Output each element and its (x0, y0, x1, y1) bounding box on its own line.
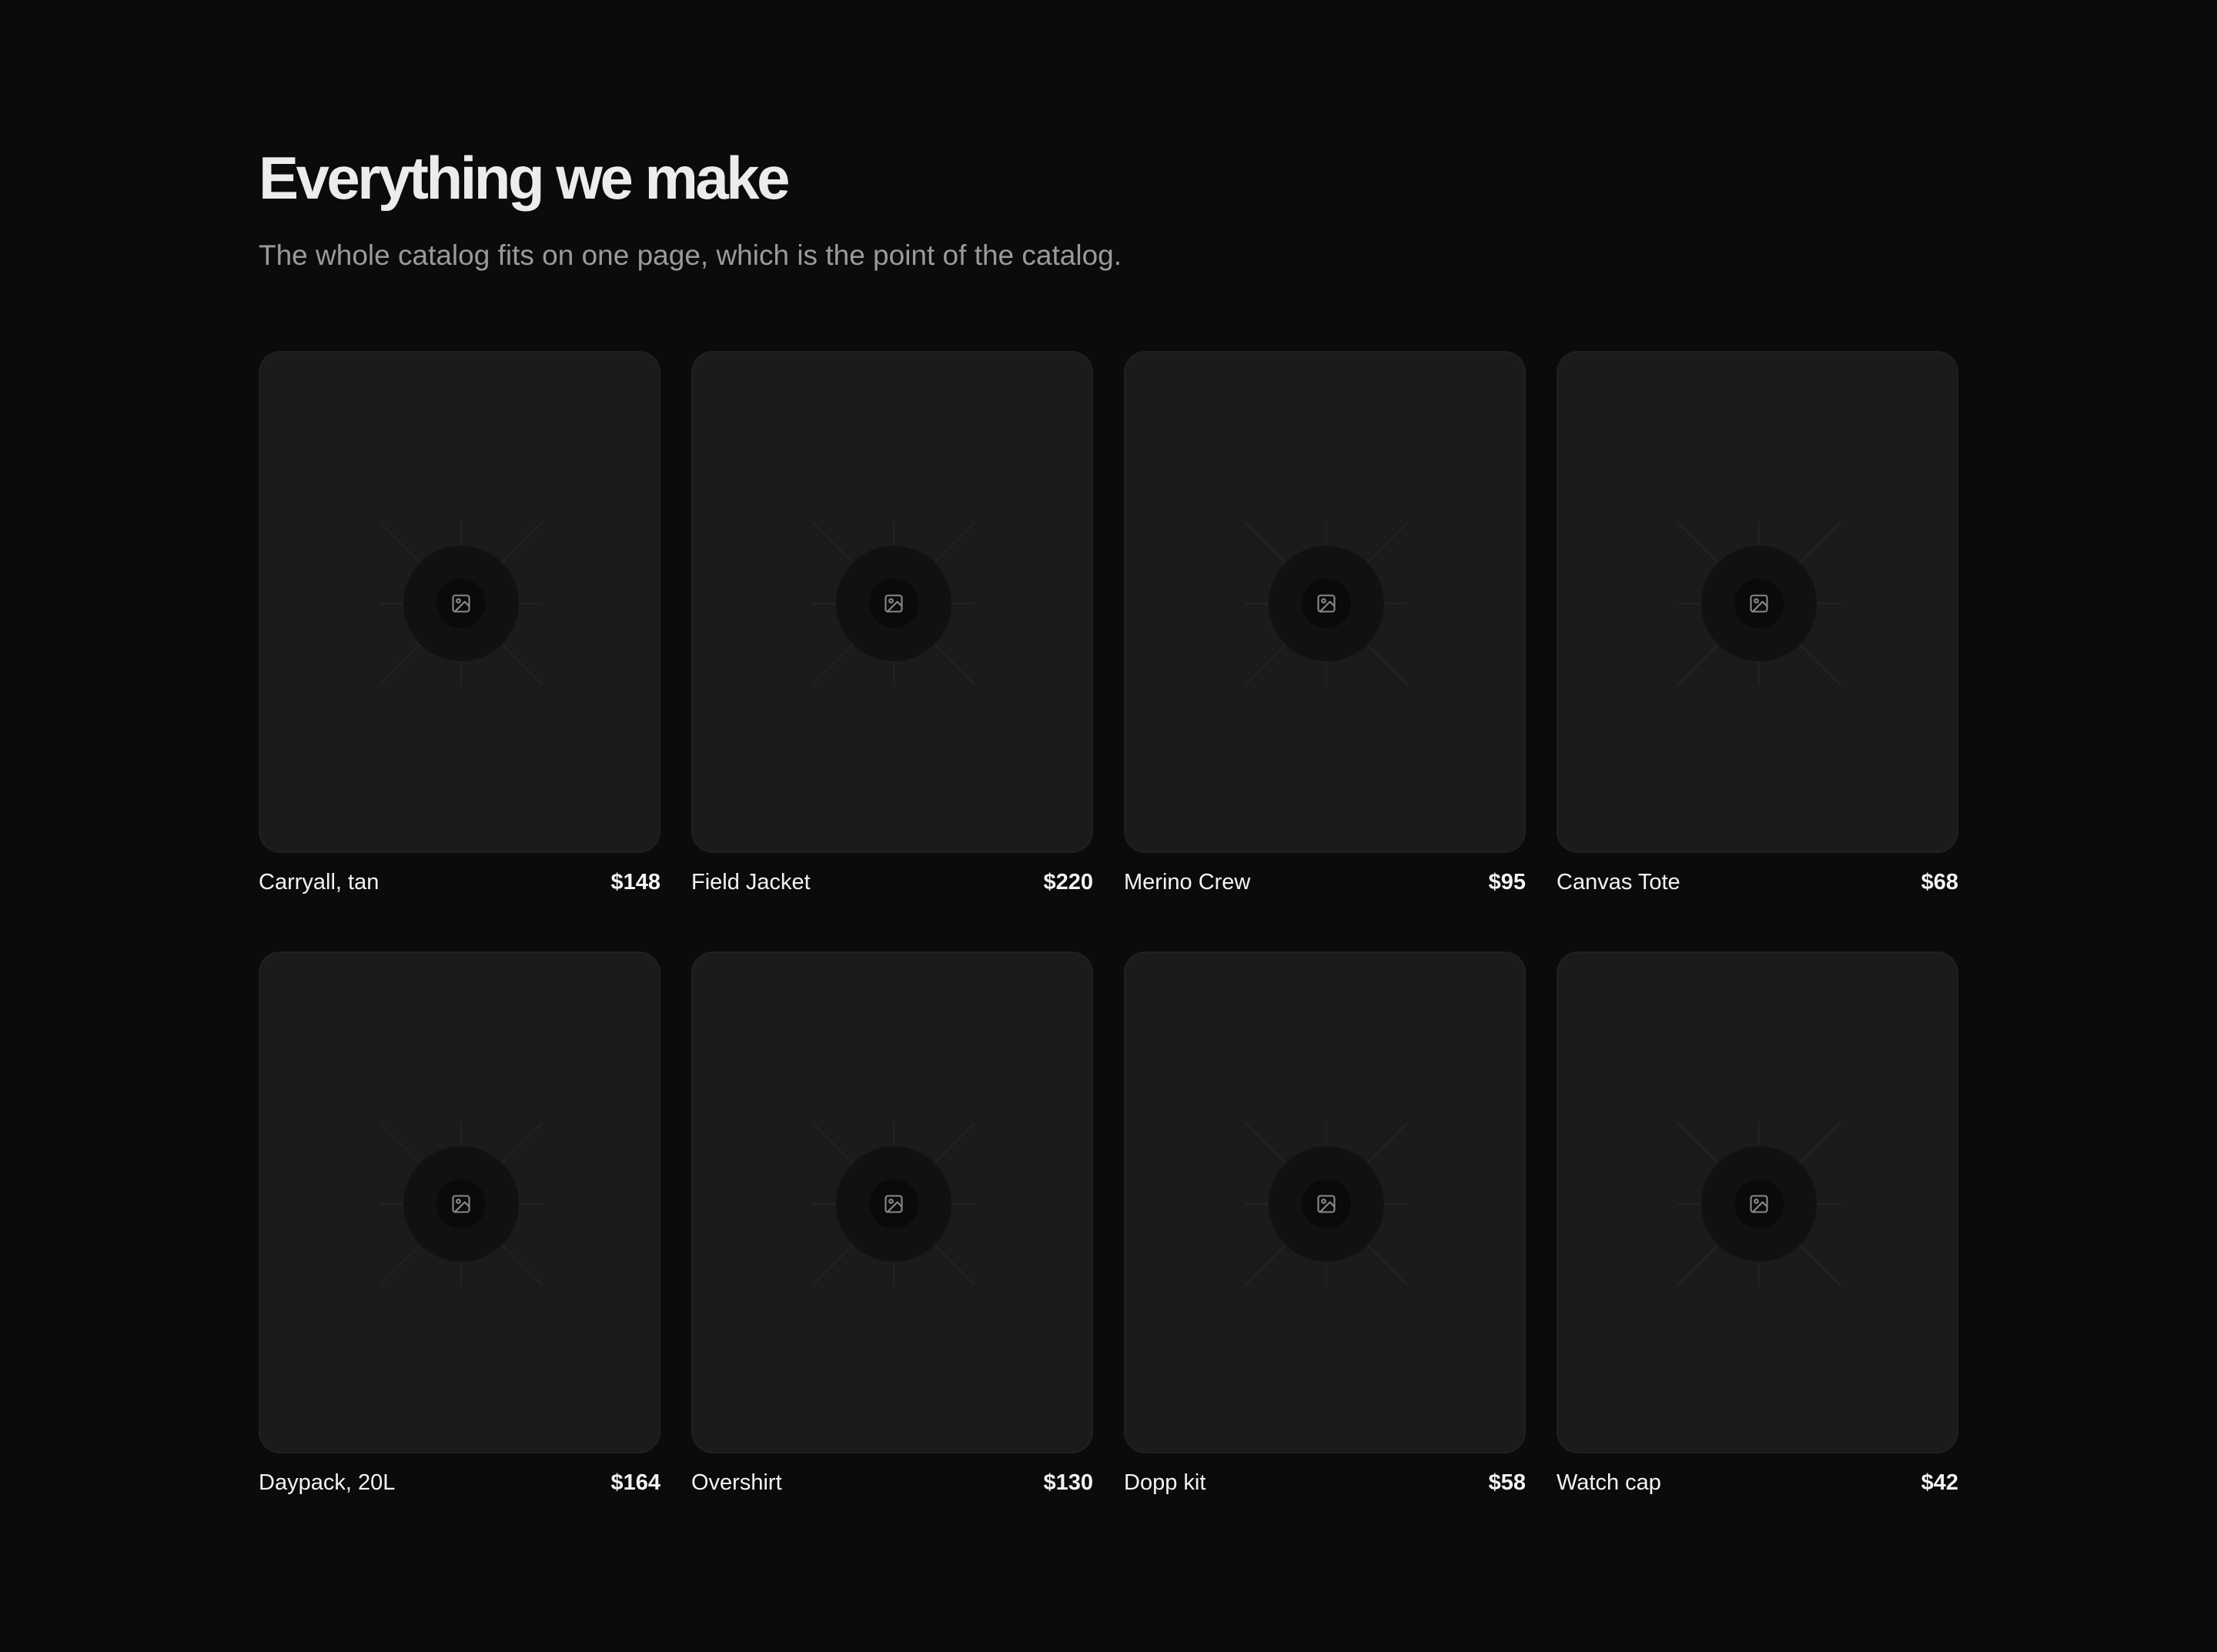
product-price: $42 (1921, 1470, 1958, 1495)
product-card[interactable]: Carryall, tan $148 (259, 351, 660, 951)
product-grid: Carryall, tan $148 Field Jacket $220 Mer… (259, 351, 1958, 1552)
product-meta: Dopp kit $58 (1124, 1453, 1526, 1500)
product-name[interactable]: Field Jacket (691, 870, 811, 895)
image-placeholder-icon (1302, 579, 1351, 628)
product-price: $130 (1043, 1470, 1093, 1495)
image-placeholder-icon (1734, 579, 1784, 628)
product-price: $164 (610, 1470, 660, 1495)
image-placeholder-icon (436, 1179, 486, 1229)
product-meta: Daypack, 20L $164 (259, 1453, 660, 1500)
product-name[interactable]: Dopp kit (1124, 1470, 1205, 1496)
product-name[interactable]: Merino Crew (1124, 870, 1250, 895)
product-meta: Merino Crew $95 (1124, 853, 1526, 899)
image-placeholder-icon (869, 579, 918, 628)
product-name[interactable]: Overshirt (691, 1470, 782, 1496)
product-image-placeholder[interactable] (259, 351, 660, 853)
product-meta: Overshirt $130 (691, 1453, 1093, 1500)
product-price: $148 (610, 870, 660, 895)
product-image-placeholder[interactable] (259, 951, 660, 1453)
product-image-placeholder[interactable] (1557, 951, 1958, 1453)
product-name[interactable]: Carryall, tan (259, 870, 379, 895)
product-meta: Canvas Tote $68 (1557, 853, 1958, 899)
image-placeholder-icon (869, 1179, 918, 1229)
product-image-placeholder[interactable] (1557, 351, 1958, 853)
product-image-placeholder[interactable] (691, 951, 1093, 1453)
product-meta: Field Jacket $220 (691, 853, 1093, 899)
product-name[interactable]: Watch cap (1557, 1470, 1661, 1496)
product-meta: Watch cap $42 (1557, 1453, 1958, 1500)
product-card[interactable]: Canvas Tote $68 (1557, 351, 1958, 951)
product-card[interactable]: Field Jacket $220 (691, 351, 1093, 951)
image-placeholder-icon (1302, 1179, 1351, 1229)
product-price: $220 (1043, 870, 1093, 895)
product-image-placeholder[interactable] (691, 351, 1093, 853)
product-card[interactable]: Watch cap $42 (1557, 951, 1958, 1552)
image-placeholder-icon (436, 579, 486, 628)
product-card[interactable]: Daypack, 20L $164 (259, 951, 660, 1552)
product-image-placeholder[interactable] (1124, 351, 1526, 853)
product-name[interactable]: Canvas Tote (1557, 870, 1680, 895)
product-card[interactable]: Dopp kit $58 (1124, 951, 1526, 1552)
product-meta: Carryall, tan $148 (259, 853, 660, 899)
product-card[interactable]: Merino Crew $95 (1124, 351, 1526, 951)
product-price: $58 (1488, 1470, 1526, 1495)
product-name[interactable]: Daypack, 20L (259, 1470, 395, 1496)
product-image-placeholder[interactable] (1124, 951, 1526, 1453)
product-price: $95 (1488, 870, 1526, 895)
page-subtitle: The whole catalog fits on one page, whic… (259, 239, 1122, 271)
image-placeholder-icon (1734, 1179, 1784, 1229)
page-title: Everything we make (259, 144, 791, 212)
product-card[interactable]: Overshirt $130 (691, 951, 1093, 1552)
product-price: $68 (1921, 870, 1958, 895)
